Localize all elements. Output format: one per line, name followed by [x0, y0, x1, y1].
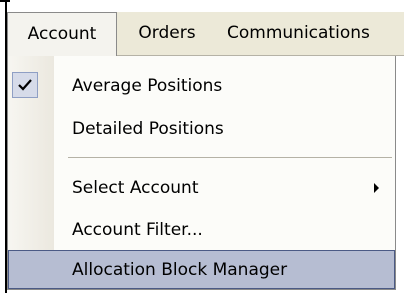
menu-item-average-positions[interactable]: Average Positions [8, 66, 395, 106]
menu-item-label: Account Filter... [72, 220, 203, 240]
menu-item-label: Average Positions [72, 76, 223, 96]
menu-item-allocation-block-manager[interactable]: Allocation Block Manager [8, 250, 395, 289]
frame-border-line-top [0, 0, 10, 2]
menu-separator [68, 157, 392, 158]
checkmark-icon [12, 72, 38, 98]
menu-item-label: Allocation Block Manager [72, 260, 288, 280]
submenu-arrow-icon [374, 183, 379, 193]
menu-orders[interactable]: Orders [119, 12, 215, 55]
account-dropdown-menu: Average Positions Detailed Positions Sel… [7, 56, 396, 290]
menu-account[interactable]: Account [7, 12, 117, 57]
screen: Account Orders Communications Average Po… [0, 0, 404, 293]
menu-item-label: Detailed Positions [72, 119, 224, 139]
menu-bar: Account Orders Communications [7, 12, 404, 57]
menu-communications[interactable]: Communications [217, 12, 404, 55]
menu-item-account-filter[interactable]: Account Filter... [8, 210, 395, 250]
menu-item-detailed-positions[interactable]: Detailed Positions [8, 109, 395, 149]
menu-item-label: Select Account [72, 178, 199, 198]
menu-item-select-account[interactable]: Select Account [8, 168, 395, 208]
